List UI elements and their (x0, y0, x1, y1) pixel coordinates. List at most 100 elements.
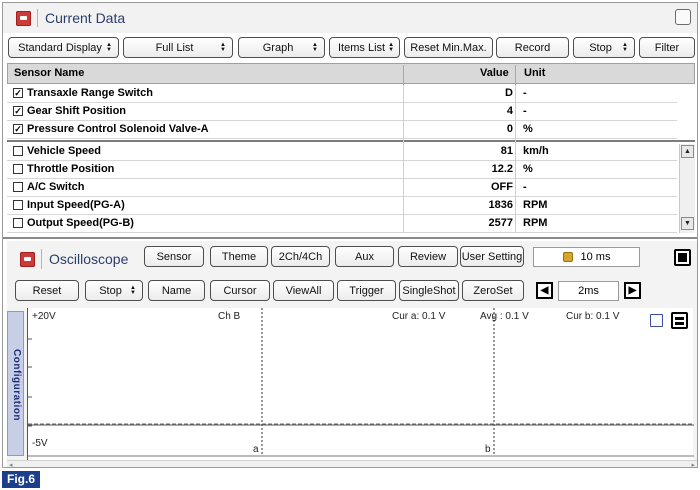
cursor-a-readout: Cur a: 0.1 V (392, 311, 446, 322)
column-divider (515, 65, 516, 85)
graph-button[interactable]: Graph ▲ ▼ (238, 37, 325, 58)
sensor-name: A/C Switch (27, 181, 85, 193)
theme-button[interactable]: Theme (210, 246, 268, 267)
row-checkbox[interactable]: ✓ (13, 88, 23, 98)
button-label: Review (409, 250, 447, 263)
row-checkbox[interactable] (13, 182, 23, 192)
scroll-down-icon[interactable]: ▼ (681, 217, 694, 230)
dropdown-arrows-icon: ▲ ▼ (130, 284, 136, 296)
scroll-up-icon[interactable]: ▲ (681, 145, 694, 158)
dropdown-arrows-icon: ▲ ▼ (388, 41, 395, 53)
sensor-unit: % (523, 163, 533, 175)
dropdown-arrows-icon: ▲ ▼ (312, 41, 318, 53)
full-list-button[interactable]: Full List ▲ ▼ (123, 37, 233, 58)
column-divider (403, 85, 404, 233)
scale-max-label: +20V (32, 311, 56, 322)
timebase-decrease-icon[interactable]: ◀ (536, 282, 553, 299)
time-display-value: 10 ms (580, 251, 611, 263)
maximize-icon[interactable] (675, 9, 691, 25)
button-label: Name (161, 284, 192, 297)
time-display: 10 ms (533, 247, 640, 267)
sensor-unit: RPM (523, 199, 548, 211)
row-checkbox[interactable] (13, 146, 23, 156)
button-label: Theme (221, 250, 257, 263)
stop-button[interactable]: Stop ▲ ▼ (573, 37, 635, 58)
timebase-increase-icon[interactable]: ▶ (624, 282, 641, 299)
row-checkbox[interactable] (13, 218, 23, 228)
sensor-row[interactable]: Output Speed(PG-B) 2577 RPM (7, 215, 677, 233)
standard-display-button[interactable]: Standard Display ▲ ▼ (8, 37, 119, 58)
scan-tool-window: Current Data Standard Display ▲ ▼ Full List… (2, 2, 698, 468)
button-label: 2Ch/4Ch (278, 250, 323, 263)
sensor-row[interactable]: Throttle Position 12.2% (7, 161, 677, 179)
button-label: Filter (654, 41, 680, 54)
scroll-right-icon[interactable]: ▸ (691, 461, 695, 467)
layout-icon[interactable] (671, 312, 688, 329)
sensor-name: Input Speed(PG-A) (27, 199, 125, 211)
trigger-button[interactable]: Trigger (337, 280, 396, 301)
panel-splitter[interactable] (3, 237, 697, 239)
sensor-button[interactable]: Sensor (144, 246, 204, 267)
button-label: Sensor (156, 250, 192, 263)
oscilloscope-title: Oscilloscope (49, 251, 129, 267)
button-label: ViewAll (285, 284, 322, 297)
channel-checkbox[interactable] (650, 314, 663, 327)
cursor-b-readout: Cur b: 0.1 V (566, 311, 620, 322)
channel-label: Ch B (218, 311, 241, 322)
configuration-tab-label: Configuration (11, 349, 22, 422)
zeroset-button[interactable]: ZeroSet (462, 280, 524, 301)
button-label: Record (514, 41, 551, 54)
stop-button[interactable]: Stop ▲ ▼ (85, 280, 143, 301)
pinned-divider (7, 140, 695, 142)
sensor-value: D (505, 87, 513, 99)
button-label: Full List (155, 41, 194, 54)
record-button[interactable]: Record (496, 37, 569, 58)
current-data-titlebar: Current Data (3, 3, 697, 33)
sensor-row[interactable]: Vehicle Speed 81 km/h (7, 143, 677, 161)
sensor-row[interactable]: ✓ Gear Shift Position 4- (7, 103, 677, 121)
column-divider (403, 65, 404, 85)
sensor-list-scrollbar[interactable]: ▲ ▼ (679, 144, 695, 233)
column-header-value: Value (480, 67, 509, 79)
items-list-button[interactable]: Items List ▲ ▼ (329, 37, 400, 58)
viewall-button[interactable]: ViewAll (273, 280, 334, 301)
sensor-row[interactable]: A/C Switch OFF - (7, 179, 677, 197)
sensor-table-header: Sensor Name Value Unit (7, 63, 695, 84)
collapse-icon[interactable] (16, 11, 31, 26)
stop-icon[interactable] (674, 249, 691, 266)
oscilloscope-plot[interactable]: +20V -5V Ch B Cur a: 0.1 V Avg : 0.1 V C… (27, 308, 694, 460)
sensor-row[interactable]: ✓ Pressure Control Solenoid Valve-A 0% (7, 121, 677, 139)
waveform-canvas (28, 308, 694, 457)
reset-button[interactable]: Reset (15, 280, 79, 301)
button-label: Reset (32, 284, 62, 297)
dropdown-arrows-icon: ▲ ▼ (106, 41, 112, 53)
name-button[interactable]: Name (148, 280, 205, 301)
sensor-value: 12.2 (491, 163, 513, 175)
sensor-row[interactable]: Input Speed(PG-A) 1836 RPM (7, 197, 677, 215)
filter-button[interactable]: Filter (639, 37, 695, 58)
review-button[interactable]: Review (398, 246, 458, 267)
2ch-4ch-button[interactable]: 2Ch/4Ch (271, 246, 330, 267)
sensor-unit: - (523, 87, 527, 99)
cursor-b-label: b (485, 444, 491, 455)
row-checkbox[interactable] (13, 164, 23, 174)
dropdown-arrows-icon: ▲ ▼ (622, 41, 628, 53)
column-header-unit: Unit (524, 67, 546, 79)
scroll-left-icon[interactable]: ◂ (9, 461, 13, 467)
reset-min-max-button[interactable]: Reset Min.Max. (404, 37, 493, 58)
title-divider (37, 9, 38, 27)
sensor-name: Pressure Control Solenoid Valve-A (27, 123, 209, 135)
configuration-tab[interactable]: Configuration (7, 311, 24, 456)
sensor-row[interactable]: ✓ Transaxle Range Switch D - (7, 85, 677, 103)
button-label: Graph (262, 41, 294, 54)
aux-button[interactable]: Aux (335, 246, 394, 267)
cursor-button[interactable]: Cursor (210, 280, 270, 301)
row-checkbox[interactable]: ✓ (13, 124, 23, 134)
row-checkbox[interactable]: ✓ (13, 106, 23, 116)
collapse-icon[interactable] (20, 252, 35, 267)
user-setting-button[interactable]: User Setting (460, 246, 524, 267)
plot-horizontal-scrollbar[interactable]: ◂ ▸ (7, 460, 697, 467)
row-checkbox[interactable] (13, 200, 23, 210)
singleshot-button[interactable]: SingleShot (399, 280, 459, 301)
sensor-value: 2577 (488, 217, 513, 229)
